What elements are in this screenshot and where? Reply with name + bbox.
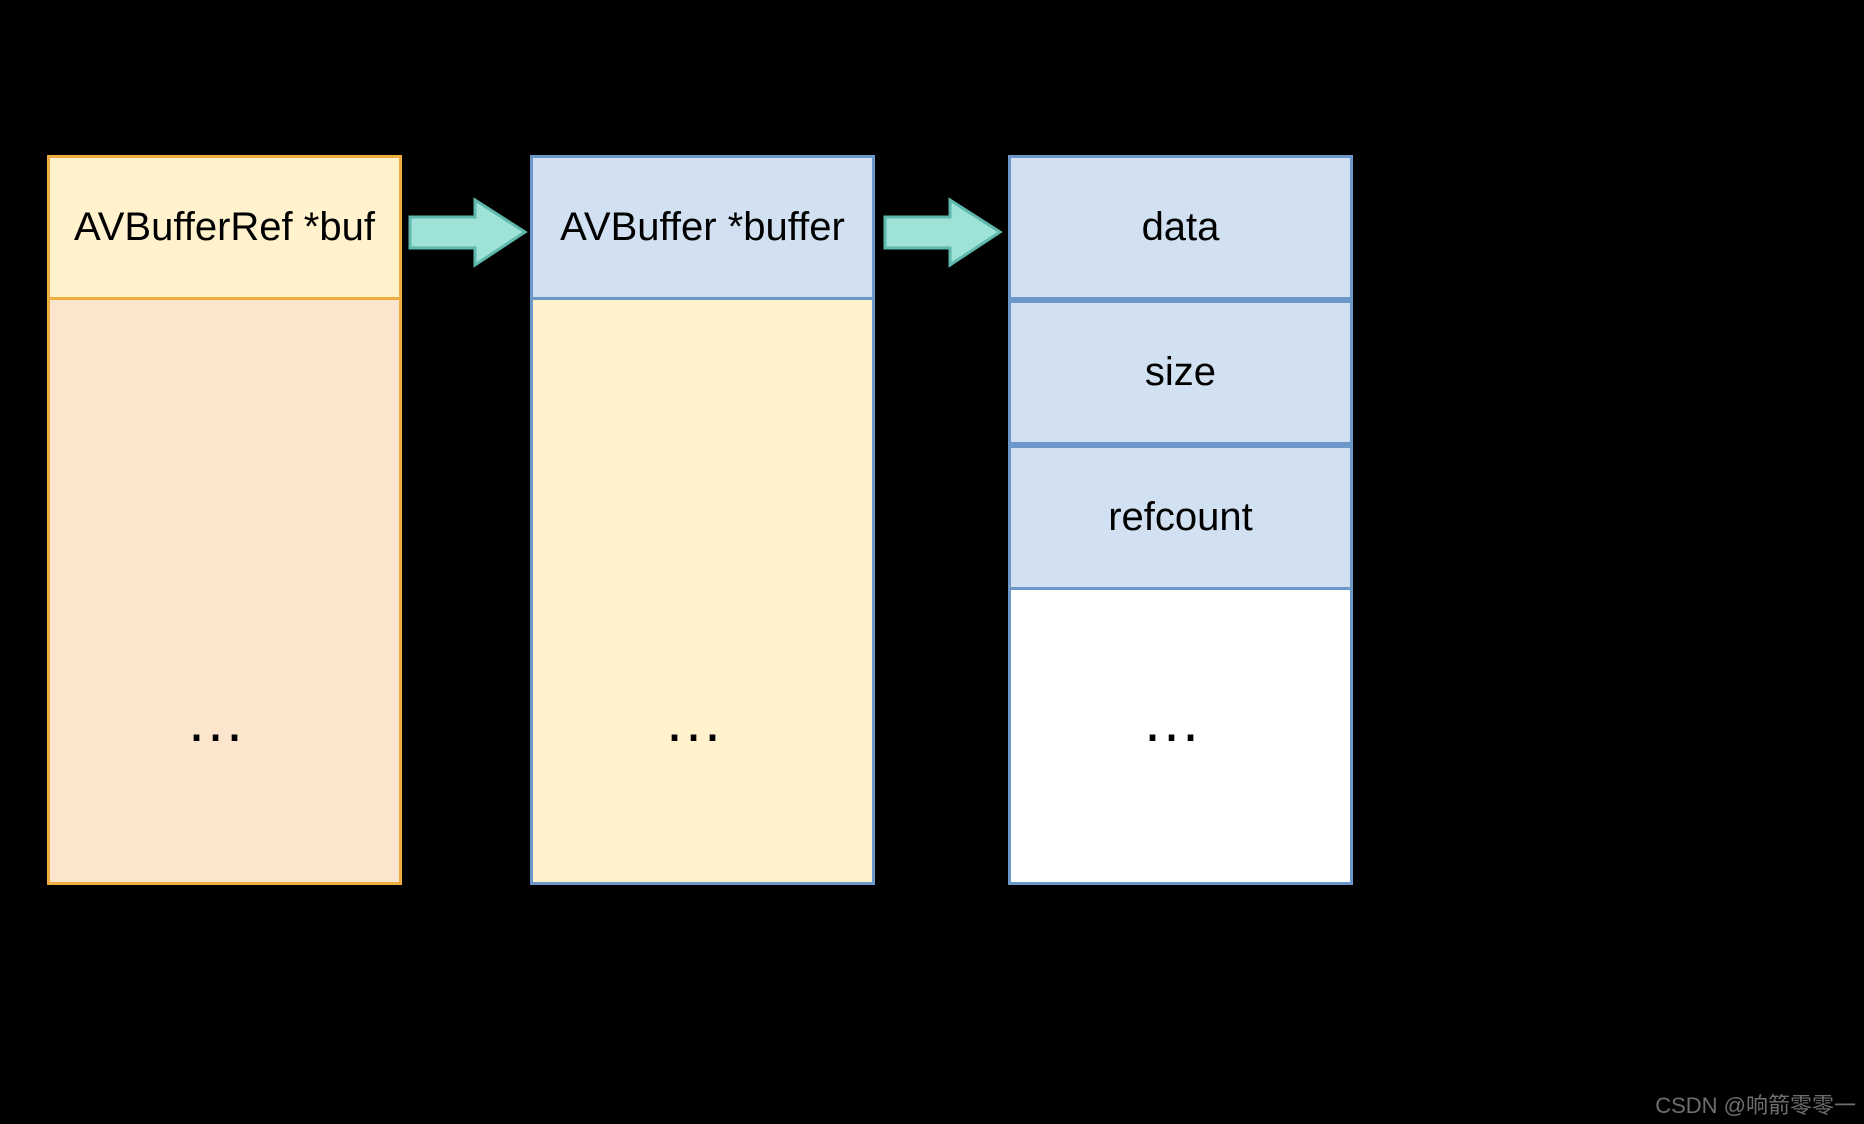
title-avbufferref: AVBufferRef — [600, 95, 830, 143]
avbuffer-field-refcount: refcount — [1008, 445, 1353, 590]
title-avpacket: AVPacket — [140, 95, 321, 143]
avbuffer-field-data-label: data — [1142, 205, 1220, 250]
arrow-avbufferref-to-avbuffer — [880, 195, 1005, 270]
avbuffer-ellipsis: … — [1008, 620, 1353, 820]
avpacket-ellipsis: … — [47, 620, 402, 820]
avpacket-field-buf-label: AVBufferRef *buf — [74, 205, 375, 250]
avbufferref-field-buffer-label: AVBuffer *buffer — [560, 205, 845, 250]
avpacket-field-buf: AVBufferRef *buf — [47, 155, 402, 300]
avbuffer-field-data: data — [1008, 155, 1353, 300]
title-avbuffer: AVBuffer — [1100, 95, 1264, 143]
avbufferref-field-buffer: AVBuffer *buffer — [530, 155, 875, 300]
avbufferref-ellipsis: … — [530, 620, 875, 820]
watermark: CSDN @响箭零零一 — [1655, 1088, 1856, 1120]
avbuffer-field-size-label: size — [1145, 350, 1216, 395]
avbuffer-field-refcount-label: refcount — [1108, 495, 1253, 540]
arrow-avpacket-to-avbufferref — [405, 195, 530, 270]
avbuffer-field-size: size — [1008, 300, 1353, 445]
